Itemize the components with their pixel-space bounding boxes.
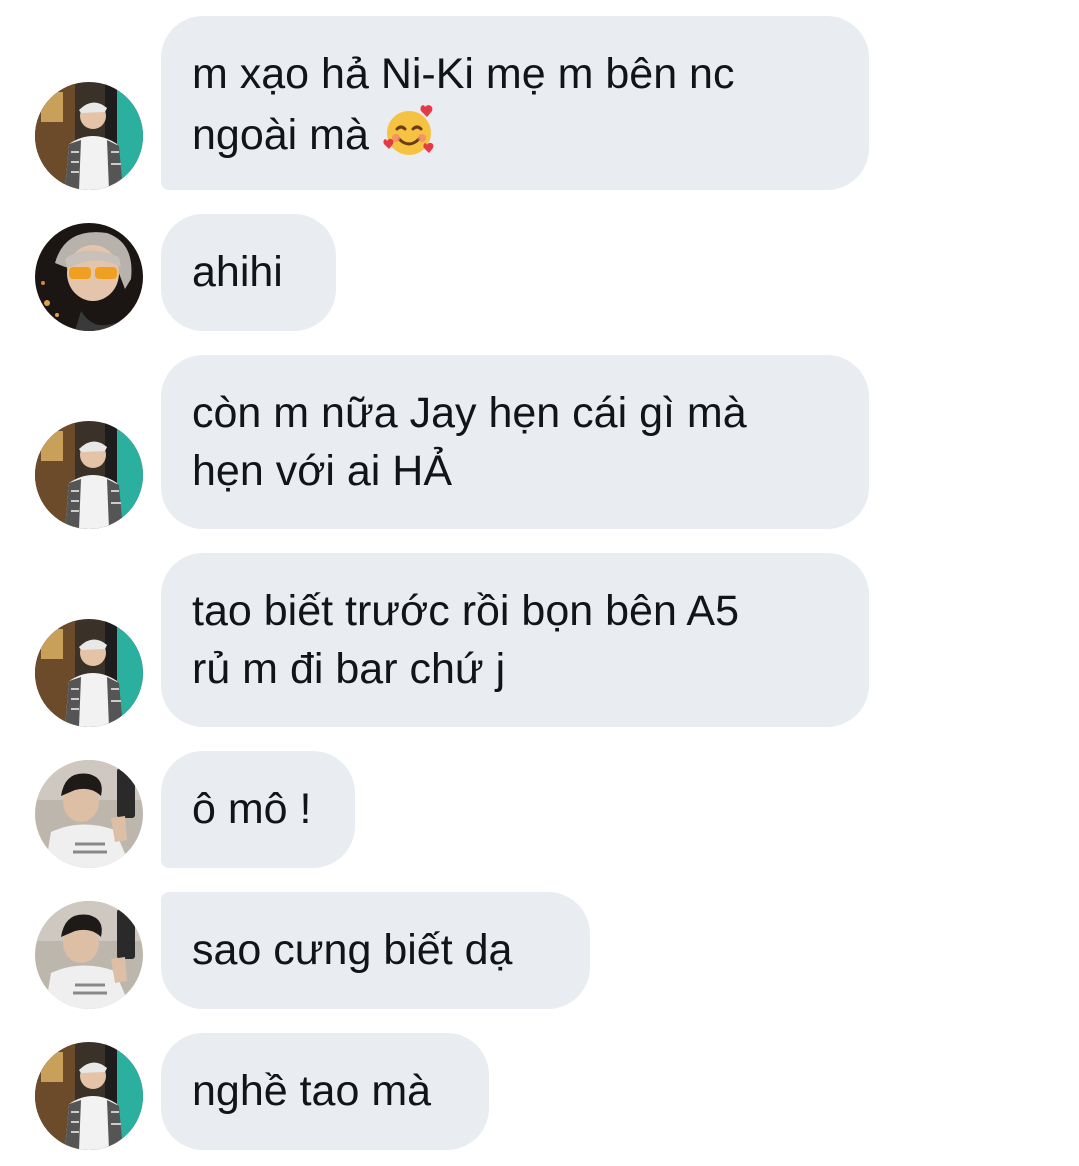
message-bubble[interactable]: ô mô ! [161,751,355,868]
message-text: ngoài mà [192,111,369,159]
avatar-photo-icon [35,1042,143,1150]
avatar-sender-c[interactable] [35,901,143,1009]
avatar-sender-a[interactable] [35,1042,143,1150]
avatar-sender-b[interactable] [35,223,143,331]
avatar-sender-a[interactable] [35,421,143,529]
avatar-sender-a[interactable] [35,619,143,727]
avatar-photo-icon [35,901,143,1009]
avatar-photo-icon [35,760,143,868]
message-text: m xạo hả Ni-Ki mẹ m bên nc [192,50,735,98]
message-text: rủ m đi bar chứ j [192,645,506,693]
smiling-face-with-hearts-icon [383,105,434,155]
avatar-photo-icon [35,223,143,331]
avatar-photo-icon [35,619,143,727]
chat-thread: m xạo hả Ni-Ki mẹ m bên nc ngoài mà ahih… [0,0,1079,1166]
avatar-photo-icon [35,421,143,529]
message-text: ô mô ! [192,785,312,833]
message-bubble[interactable]: m xạo hả Ni-Ki mẹ m bên nc ngoài mà [161,16,869,190]
message-text: còn m nữa Jay hẹn cái gì mà [192,389,747,437]
message-text: ahihi [192,248,283,296]
message-bubble[interactable]: tao biết trước rồi bọn bên A5 rủ m đi ba… [161,553,869,727]
message-bubble[interactable]: còn m nữa Jay hẹn cái gì mà hẹn với ai H… [161,355,869,529]
message-text: hẹn với ai HẢ [192,447,453,495]
message-text: nghề tao mà [192,1067,432,1115]
avatar-photo-icon [35,82,143,190]
message-text: tao biết trước rồi bọn bên A5 [192,587,740,635]
avatar-sender-c[interactable] [35,760,143,868]
avatar-sender-a[interactable] [35,82,143,190]
message-text: sao cưng biết dạ [192,926,513,974]
message-bubble[interactable]: nghề tao mà [161,1033,489,1150]
message-bubble[interactable]: ahihi [161,214,336,331]
message-bubble[interactable]: sao cưng biết dạ [161,892,590,1009]
